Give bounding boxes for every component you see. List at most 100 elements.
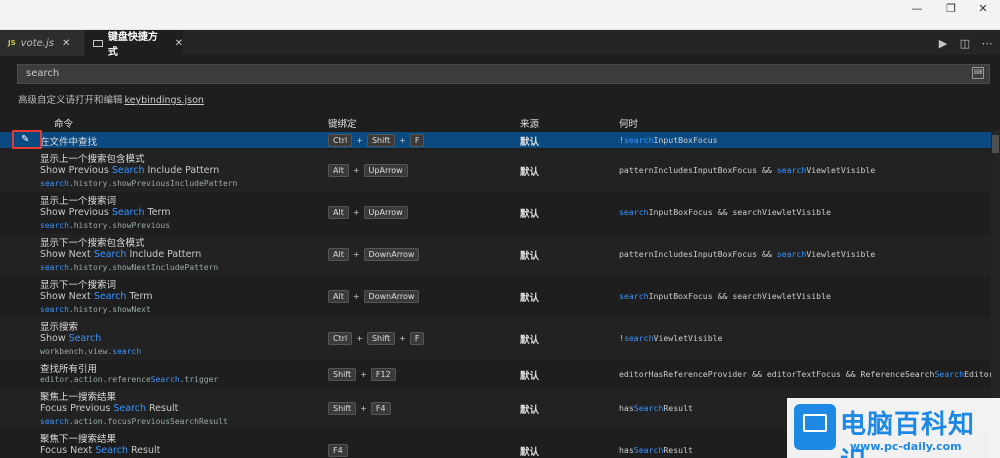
key: Shift <box>328 368 357 381</box>
keybinding: Alt + UpArrow <box>328 164 408 177</box>
maximize-button[interactable]: ❐ <box>934 0 968 16</box>
command-title: 显示下一个搜索包含模式 <box>40 238 145 249</box>
split-editor-icon[interactable]: ◫ <box>955 30 975 56</box>
source: 默认 <box>520 137 540 148</box>
key: Alt <box>328 290 349 303</box>
command-title: 显示下一个搜索词 <box>40 280 117 291</box>
watermark-url: www.pc-daily.com <box>850 440 962 453</box>
hint-text: 高级自定义请打开和编辑 <box>18 95 123 106</box>
search-input[interactable]: search <box>17 64 990 84</box>
minimize-button[interactable]: — <box>900 0 934 16</box>
keyboard-record-icon[interactable]: ⌨ <box>972 67 984 79</box>
key: Ctrl <box>328 332 353 345</box>
command-id: editor.action.referenceSearch.trigger <box>40 375 219 384</box>
close-window-button[interactable]: ✕ <box>966 0 1000 16</box>
command-title: 在文件中查找 <box>40 137 98 148</box>
table-row-selected[interactable]: 在文件中查找 Ctrl + Shift + F 默认 !searchInputBox… <box>0 132 992 148</box>
key: F <box>409 332 425 345</box>
key: DownArrow <box>363 290 420 303</box>
key: Shift <box>366 134 396 147</box>
command-label: Show Previous Search Term <box>40 207 171 218</box>
when-clause: searchInputBoxFocus && searchViewletVisi… <box>619 291 831 301</box>
source: 默认 <box>520 209 540 220</box>
source: 默认 <box>520 447 540 458</box>
table-header: 命令 键绑定 来源 何时 <box>0 114 1000 130</box>
command-label: Show Search <box>40 333 102 344</box>
more-actions-icon[interactable]: ⋯ <box>977 30 997 56</box>
monitor-icon <box>803 414 827 432</box>
key: Ctrl <box>328 134 353 147</box>
key: DownArrow <box>363 248 420 261</box>
app-window: { "window": {"min": "—", "max": "❐", "cl… <box>0 0 1000 458</box>
close-tab-icon[interactable]: ✕ <box>62 38 70 49</box>
command-id: search.history.showNextIncludePattern <box>40 263 219 272</box>
command-id: search.history.showPrevious <box>40 221 171 230</box>
key: F4 <box>328 444 348 457</box>
when-clause: hasSearchResult <box>619 403 693 413</box>
command-title: 显示上一个搜索包含模式 <box>40 154 145 165</box>
command-label: Focus Previous Search Result <box>40 403 179 414</box>
when-clause: hasSearchResult <box>619 445 693 455</box>
keybinding: Alt + DownArrow <box>328 248 420 261</box>
keybinding: Alt + DownArrow <box>328 290 420 303</box>
table-row[interactable]: 显示下一个搜索词 Show Next Search Term search.hi… <box>0 276 992 318</box>
when-clause: editorHasReferenceProvider && editorText… <box>619 369 1000 379</box>
when-clause: patternIncludesInputBoxFocus && searchVi… <box>619 249 876 259</box>
column-keybinding: 键绑定 <box>328 119 357 130</box>
command-id: search.action.focusPreviousSearchResult <box>40 417 228 426</box>
key: Alt <box>328 248 349 261</box>
keybinding: F4 <box>328 444 348 457</box>
key: UpArrow <box>363 206 408 219</box>
tab-keyboard-shortcuts[interactable]: 键盘快捷方式 ✕ <box>85 30 183 58</box>
tab-vote-js[interactable]: JS vote.js ✕ <box>0 30 84 56</box>
command-title: 查找所有引用 <box>40 364 98 375</box>
key: F12 <box>370 368 396 381</box>
keyboard-icon <box>93 39 103 47</box>
key: F4 <box>370 402 391 415</box>
command-label: Show Next Search Include Pattern <box>40 249 202 260</box>
when-clause: !searchInputBoxFocus <box>619 135 718 145</box>
customize-hint: 高级自定义请打开和编辑 keybindings.json <box>18 92 204 106</box>
table-row[interactable]: 显示下一个搜索包含模式 Show Next Search Include Pat… <box>0 234 992 276</box>
command-id: search.history.showPreviousIncludePatter… <box>40 179 238 188</box>
command-label: Show Previous Search Include Pattern <box>40 165 220 176</box>
command-id: workbench.view.search <box>40 347 142 356</box>
table-row[interactable]: 显示上一个搜索词 Show Previous Search Term searc… <box>0 192 992 234</box>
tab-label: vote.js <box>20 37 54 49</box>
when-clause: searchInputBoxFocus && searchViewletVisi… <box>619 207 831 217</box>
source: 默认 <box>520 371 540 382</box>
js-file-icon: JS <box>8 39 16 47</box>
command-title: 显示上一个搜索词 <box>40 196 117 207</box>
pencil-icon: ✎ <box>21 134 30 145</box>
when-clause: patternIncludesInputBoxFocus && searchVi… <box>619 165 876 175</box>
command-title: 聚焦下一搜索结果 <box>40 434 117 445</box>
keybinding: Alt + UpArrow <box>328 206 408 219</box>
keybinding: Ctrl + Shift + F <box>328 134 425 147</box>
command-id: search.history.showNext <box>40 305 151 314</box>
key: Alt <box>328 164 349 177</box>
keybinding: Shift + F12 <box>328 368 396 381</box>
column-command: 命令 <box>54 119 74 130</box>
column-source: 来源 <box>520 119 540 130</box>
key: Shift <box>328 402 357 415</box>
table-row[interactable]: 显示上一个搜索包含模式 Show Previous Search Include… <box>0 150 992 192</box>
source: 默认 <box>520 293 540 304</box>
source: 默认 <box>520 167 540 178</box>
tab-label: 键盘快捷方式 <box>107 32 158 58</box>
command-title: 显示搜索 <box>40 322 79 333</box>
source: 默认 <box>520 405 540 416</box>
scrollbar-thumb[interactable] <box>992 135 999 153</box>
command-label: Show Next Search Term <box>40 291 153 302</box>
key: Alt <box>328 206 349 219</box>
tab-bar: JS vote.js ✕ 键盘快捷方式 ✕ <box>0 30 1000 58</box>
column-when: 何时 <box>619 119 639 130</box>
key: F <box>409 134 425 147</box>
command-label: Focus Next Search Result <box>40 445 161 456</box>
keybindings-json-link[interactable]: keybindings.json <box>125 95 204 106</box>
keybinding: Ctrl + Shift + F <box>328 332 425 345</box>
source: 默认 <box>520 251 540 262</box>
table-row[interactable]: 显示搜索 Show Search workbench.view.search C… <box>0 318 992 360</box>
close-tab-icon[interactable]: ✕ <box>175 38 183 49</box>
run-icon[interactable]: ▶ <box>933 30 953 56</box>
keybinding: Shift + F4 <box>328 402 391 415</box>
